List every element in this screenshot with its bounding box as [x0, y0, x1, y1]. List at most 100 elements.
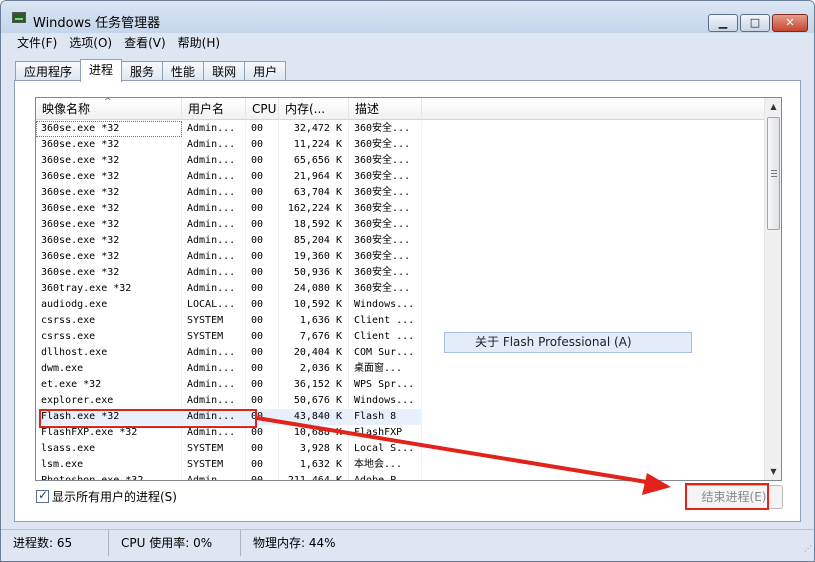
process-list[interactable]: ^ 映像名称 用户名 CPU 内存(... 描述 360se.exe *32 Ad…	[35, 97, 782, 481]
process-description-cell: 360安全...	[349, 249, 422, 265]
process-user-cell: Admin...	[182, 137, 246, 153]
process-memory-cell: 21,964 K	[279, 169, 349, 185]
table-row[interactable]: 360se.exe *32 Admin... 00 85,204 K 360安全...	[36, 233, 766, 249]
tab-performance[interactable]: 性能	[162, 61, 205, 82]
process-memory-cell: 162,224 K	[279, 201, 349, 217]
process-user-cell: Admin...	[182, 265, 246, 281]
tab-processes[interactable]: 进程	[80, 59, 123, 82]
process-user-cell: Admin...	[182, 153, 246, 169]
table-row[interactable]: 360se.exe *32 Admin... 00 18,592 K 360安全...	[36, 217, 766, 233]
process-description-cell: 360安全...	[349, 153, 422, 169]
minimize-icon: ▁	[718, 16, 728, 29]
end-process-button[interactable]: 结束进程(E)	[685, 485, 783, 509]
process-cpu-cell: 00	[246, 329, 279, 345]
process-memory-cell: 1,636 K	[279, 313, 349, 329]
resize-grip-icon[interactable]: ⋰	[804, 544, 812, 553]
close-button[interactable]: ✕	[772, 14, 808, 32]
menu-options[interactable]: 选项(O)	[63, 33, 118, 53]
table-row[interactable]: 360se.exe *32 Admin... 00 63,704 K 360安全...	[36, 185, 766, 201]
maximize-button[interactable]: □	[740, 14, 770, 32]
process-user-cell: Admin...	[182, 377, 246, 393]
table-row[interactable]: 360se.exe *32 Admin... 00 65,656 K 360安全...	[36, 153, 766, 169]
column-description[interactable]: 描述	[349, 98, 422, 120]
process-cpu-cell: 00	[246, 281, 279, 297]
table-row[interactable]: Flash.exe *32 Admin... 00 43,840 K Flash 8	[36, 409, 766, 425]
process-cpu-cell: 00	[246, 377, 279, 393]
table-row[interactable]: dwm.exe Admin... 00 2,036 K 桌面窗...	[36, 361, 766, 377]
table-row[interactable]: 360se.exe *32 Admin... 00 11,224 K 360安全...	[36, 137, 766, 153]
process-cpu-cell: 00	[246, 265, 279, 281]
show-all-users-option[interactable]: ✓ 显示所有用户的进程(S)	[36, 488, 177, 504]
process-memory-cell: 85,204 K	[279, 233, 349, 249]
process-name-cell: 360se.exe *32	[36, 217, 182, 233]
menu-view[interactable]: 查看(V)	[118, 33, 172, 53]
maximize-icon: □	[749, 16, 761, 29]
vertical-scrollbar[interactable]: ▲ ▼	[764, 98, 781, 480]
status-bar: 进程数: 65 CPU 使用率: 0% 物理内存: 44% ⋰	[1, 529, 814, 556]
menu-bar: 文件(F) 选项(O) 查看(V) 帮助(H)	[1, 33, 814, 53]
column-image-name[interactable]: ^ 映像名称	[36, 98, 182, 120]
title-bar[interactable]: Windows 任务管理器 ▁ □ ✕	[1, 1, 814, 33]
process-memory-cell: 50,936 K	[279, 265, 349, 281]
table-row[interactable]: 360se.exe *32 Admin... 00 21,964 K 360安全...	[36, 169, 766, 185]
context-menu-about-flash[interactable]: 关于 Flash Professional (A)	[444, 332, 692, 353]
table-row[interactable]: csrss.exe SYSTEM 00 1,636 K Client ...	[36, 313, 766, 329]
process-cpu-cell: 00	[246, 425, 279, 441]
process-user-cell: Admin...	[182, 185, 246, 201]
table-row[interactable]: 360se.exe *32 Admin... 00 19,360 K 360安全...	[36, 249, 766, 265]
process-cpu-cell: 00	[246, 137, 279, 153]
process-user-cell: SYSTEM	[182, 313, 246, 329]
tab-users[interactable]: 用户	[244, 61, 287, 82]
process-user-cell: Admin...	[182, 345, 246, 361]
menu-help[interactable]: 帮助(H)	[172, 33, 226, 53]
tab-services[interactable]: 服务	[121, 61, 164, 82]
process-cpu-cell: 00	[246, 233, 279, 249]
column-user-name[interactable]: 用户名	[182, 98, 246, 120]
process-memory-cell: 36,152 K	[279, 377, 349, 393]
process-description-cell: Client ...	[349, 313, 422, 329]
table-row[interactable]: lsass.exe SYSTEM 00 3,928 K Local S...	[36, 441, 766, 457]
minimize-button[interactable]: ▁	[708, 14, 738, 32]
process-cpu-cell: 00	[246, 393, 279, 409]
tab-strip: 应用程序 进程 服务 性能 联网 用户	[15, 59, 287, 82]
process-description-cell: 360安全...	[349, 185, 422, 201]
table-row[interactable]: explorer.exe Admin... 00 50,676 K Windows...	[36, 393, 766, 409]
process-cpu-cell: 00	[246, 297, 279, 313]
process-name-cell: dwm.exe	[36, 361, 182, 377]
table-row[interactable]: 360se.exe *32 Admin... 00 162,224 K 360安全...	[36, 201, 766, 217]
process-name-cell: 360se.exe *32	[36, 265, 182, 281]
scroll-up-arrow-icon[interactable]: ▲	[765, 98, 781, 115]
process-description-cell: 360安全...	[349, 265, 422, 281]
process-description-cell: Adobe P...	[349, 473, 422, 480]
table-row[interactable]: audiodg.exe LOCAL... 00 10,592 K Windows...	[36, 297, 766, 313]
process-name-cell: 360se.exe *32	[36, 137, 182, 153]
process-name-cell: 360se.exe *32	[36, 233, 182, 249]
show-all-users-checkbox[interactable]: ✓	[36, 488, 49, 503]
scroll-down-arrow-icon[interactable]: ▼	[765, 463, 781, 480]
process-description-cell: 360安全...	[349, 217, 422, 233]
table-row[interactable]: et.exe *32 Admin... 00 36,152 K WPS Spr...	[36, 377, 766, 393]
table-row[interactable]: 360tray.exe *32 Admin... 00 24,080 K 360安全..…	[36, 281, 766, 297]
process-user-cell: LOCAL...	[182, 297, 246, 313]
process-cpu-cell: 00	[246, 345, 279, 361]
tab-applications[interactable]: 应用程序	[15, 61, 82, 82]
process-user-cell: Admin...	[182, 217, 246, 233]
tab-networking[interactable]: 联网	[203, 61, 246, 82]
window-controls: ▁ □ ✕	[706, 14, 808, 32]
process-description-cell: 本地会...	[349, 457, 422, 473]
column-memory[interactable]: 内存(...	[279, 98, 349, 120]
column-cpu[interactable]: CPU	[246, 98, 279, 120]
table-row[interactable]: FlashFXP.exe *32 Admin... 00 10,688 K FlashF…	[36, 425, 766, 441]
process-cpu-cell: 00	[246, 201, 279, 217]
table-row[interactable]: Photoshop.exe *32 Admin... 00 211,464 K Adob…	[36, 473, 766, 480]
table-row[interactable]: lsm.exe SYSTEM 00 1,632 K 本地会...	[36, 457, 766, 473]
scroll-thumb[interactable]	[767, 117, 780, 230]
process-description-cell: 360安全...	[349, 201, 422, 217]
table-row[interactable]: 360se.exe *32 Admin... 00 32,472 K 360安全...	[36, 121, 766, 137]
process-rows: 360se.exe *32 Admin... 00 32,472 K 360安全... 3…	[36, 121, 766, 480]
process-list-header: ^ 映像名称 用户名 CPU 内存(... 描述	[36, 98, 766, 120]
process-user-cell: Admin...	[182, 121, 246, 137]
menu-file[interactable]: 文件(F)	[11, 33, 63, 53]
process-name-cell: 360se.exe *32	[36, 201, 182, 217]
table-row[interactable]: 360se.exe *32 Admin... 00 50,936 K 360安全...	[36, 265, 766, 281]
